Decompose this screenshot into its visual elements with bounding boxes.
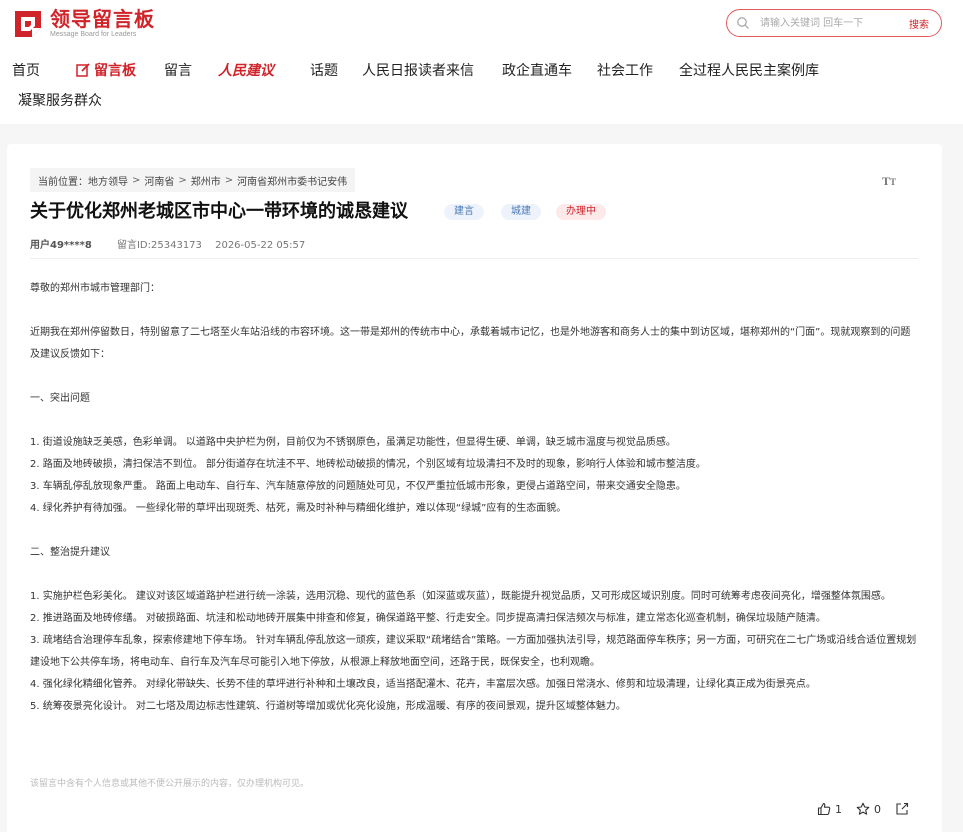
body-paragraph: 2. 推进路面及地砖修缮。 对破损路面、坑洼和松动地砖开展集中排查和修复，确保道… [30,613,826,624]
body-paragraph: 4. 强化绿化精细化管养。 对绿化带缺失、长势不佳的草坪进行补种和土壤改良，适当… [30,679,816,690]
search-input[interactable] [760,13,890,33]
nav-message-board-label: 留言板 [94,63,136,79]
message-id: 留言ID:25343173 [116,240,202,251]
body-paragraph: 1. 街道设施缺乏美感，色彩单调。 以道路中央护栏为例，目前仅为不锈钢原色，虽满… [30,437,676,448]
breadcrumb-label: 当前位置： [38,176,88,188]
breadcrumb-separator: > [224,174,234,186]
nav-reader-letters[interactable]: 人民日报读者来信 [362,62,474,80]
share-button[interactable] [895,802,913,816]
body-paragraph: 尊敬的郑州市城市管理部门： [30,283,160,294]
logo-subtitle: Message Board for Leaders [50,31,137,38]
page-title: 关于优化郑州老城区市中心一带环境的诚恳建议 [30,201,408,222]
nav-serve-masses[interactable]: 凝聚服务群众 [18,92,102,110]
favorite-button[interactable]: 0 [856,802,881,816]
body-paragraph: 近期我在郑州停留数日，特别留意了二七塔至火车站沿线的市容环境。这一带是郑州的传统… [30,327,911,360]
tag-urban-construction: 城建 [501,204,541,220]
favorite-count: 0 [874,802,881,816]
nav-gov-channel[interactable]: 政企直通车 [502,62,572,80]
message-body: 尊敬的郑州市城市管理部门： 近期我在郑州停留数日，特别留意了二七塔至火车站沿线的市… [30,278,920,718]
post-datetime: 2026-05-22 05:57 [215,240,306,251]
post-actions: 1 0 [817,800,927,818]
nav-home[interactable]: 首页 [12,62,40,80]
breadcrumb-item[interactable]: 地方领导 [88,173,128,188]
breadcrumb: 当前位置： 地方领导 > 河南省 > 郑州市 > 河南省郑州市委书记安伟 [30,168,356,192]
body-paragraph: 3. 疏堵结合治理停车乱象，探索修建地下停车场。 针对车辆乱停乱放这一顽疾，建议… [30,635,917,668]
like-button[interactable]: 1 [817,802,842,816]
breadcrumb-separator: > [132,174,141,186]
logo-title: 领导留言板 [50,7,155,31]
share-icon [896,802,909,815]
nav-people-suggest[interactable]: 人民建议 [218,62,274,80]
body-paragraph: 4. 绿化养护有待加强。 一些绿化带的草坪出现斑秃、枯死，需及时补种与精细化维护… [30,503,567,514]
body-paragraph: 5. 统筹夜景亮化设计。 对二七塔及周边标志性建筑、行道树等增加或优化亮化设施，… [30,701,626,712]
edit-note-icon [76,63,90,77]
search-button[interactable]: 搜索 [909,16,929,31]
thumbs-up-icon [817,802,831,816]
body-paragraph: 二、整治提升建议 [30,547,110,558]
site-logo[interactable]: 领导留言板 Message Board for Leaders [12,8,172,40]
privacy-note: 该留言中含有个人信息或其他不便公开展示的内容，仅办理机构可见。 [30,779,310,789]
breadcrumb-item[interactable]: 河南省 [144,173,174,188]
font-size-icon[interactable]: TT [882,174,896,189]
nav-social-work[interactable]: 社会工作 [597,62,653,80]
body-paragraph: 2. 路面及地砖破损，清扫保洁不到位。 部分街道存在坑洼不平、地砖松动破损的情况… [30,459,706,470]
body-paragraph: 3. 车辆乱停乱放现象严重。 路面上电动车、自行车、汽车随意停放的问题随处可见，… [30,481,686,492]
breadcrumb-item[interactable]: 郑州市 [191,173,221,188]
site-header: 领导留言板 Message Board for Leaders 搜索 首页 留言… [0,0,963,124]
status-badge: 办理中 [556,204,606,220]
author-name: 用户49****8 [30,240,92,251]
logo-mark-icon [15,11,41,37]
body-paragraph: 1. 实施护栏色彩美化。 建议对该区域道路护栏进行统一涂装，选用沉稳、现代的蓝色… [30,591,891,602]
body-paragraph: 一、突出问题 [30,393,90,404]
nav-democracy-cases[interactable]: 全过程人民民主案例库 [679,62,819,80]
search-box: 搜索 [726,9,942,37]
breadcrumb-separator: > [178,174,187,186]
star-icon [856,802,870,815]
post-meta: 用户49****8 留言ID:25343173 2026-05-22 05:57 [30,236,305,251]
nav-topics[interactable]: 话题 [310,62,338,80]
nav-message[interactable]: 留言 [164,62,192,80]
nav-message-board[interactable]: 留言板 [76,62,136,80]
message-detail-card: 当前位置： 地方领导 > 河南省 > 郑州市 > 河南省郑州市委书记安伟 TT … [7,144,942,832]
breadcrumb-item[interactable]: 河南省郑州市委书记安伟 [237,173,347,188]
like-count: 1 [835,802,842,816]
tag-suggestion: 建言 [444,204,484,220]
divider [30,258,918,259]
search-icon [737,17,749,29]
